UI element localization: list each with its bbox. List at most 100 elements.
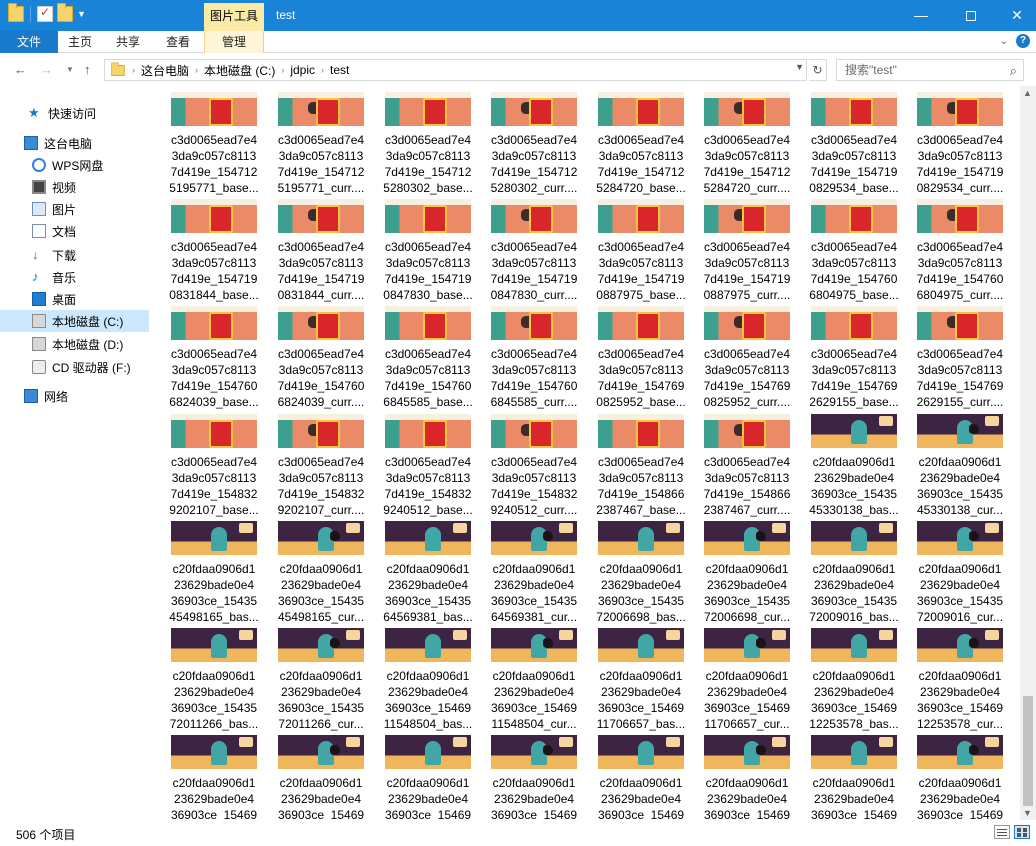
file-item[interactable]: c3d0065ead7e4 3da9c057c8113 7d419e_154760 6…: [896, 199, 1003, 305]
file-item[interactable]: c3d0065ead7e4 3da9c057c8113 7d419e_154832 9…: [150, 414, 259, 520]
file-item[interactable]: c20fdaa0906d1 23629bade0e4 36903ce_15469: [577, 735, 684, 820]
file-item[interactable]: c20fdaa0906d1 23629bade0e4 36903ce_15435 72…: [257, 628, 364, 734]
address-bar[interactable]: › 这台电脑 › 本地磁盘 (C:) › jdpic › test ▼: [104, 59, 807, 81]
chevron-right-icon[interactable]: ›: [321, 65, 324, 75]
file-item[interactable]: c3d0065ead7e4 3da9c057c8113 7d419e_154866 2…: [683, 414, 790, 520]
sidebar-item-local-disk-c[interactable]: 本地磁盘 (C:): [0, 310, 149, 332]
expand-ribbon-chevron-icon[interactable]: ⌄: [1000, 36, 1008, 47]
sidebar-item-network[interactable]: 网络: [0, 385, 149, 407]
maximize-button[interactable]: [948, 0, 994, 31]
file-item[interactable]: c3d0065ead7e4 3da9c057c8113 7d419e_154832 9…: [364, 414, 473, 520]
details-view-icon[interactable]: [994, 825, 1010, 839]
file-item[interactable]: c3d0065ead7e4 3da9c057c8113 7d419e_154712 5…: [470, 92, 577, 198]
file-item[interactable]: c3d0065ead7e4 3da9c057c8113 7d419e_154719 0…: [364, 199, 473, 305]
file-item[interactable]: c3d0065ead7e4 3da9c057c8113 7d419e_154712 5…: [683, 92, 790, 198]
file-item[interactable]: c3d0065ead7e4 3da9c057c8113 7d419e_154712 5…: [364, 92, 473, 198]
file-item[interactable]: c3d0065ead7e4 3da9c057c8113 7d419e_154719 0…: [470, 199, 577, 305]
help-icon[interactable]: ?: [1016, 34, 1030, 48]
tab-file[interactable]: 文件: [0, 31, 58, 53]
file-item[interactable]: c20fdaa0906d1 23629bade0e4 36903ce_15469 11…: [577, 628, 685, 734]
file-item[interactable]: c20fdaa0906d1 23629bade0e4 36903ce_15469: [683, 735, 790, 820]
file-item[interactable]: c20fdaa0906d1 23629bade0e4 36903ce_15469 11…: [470, 628, 577, 734]
file-item[interactable]: c20fdaa0906d1 23629bade0e4 36903ce_15469: [257, 735, 364, 820]
file-item[interactable]: c20fdaa0906d1 23629bade0e4 36903ce_15469 12…: [790, 628, 899, 734]
file-item[interactable]: c20fdaa0906d1 23629bade0e4 36903ce_15469 12…: [896, 628, 1003, 734]
sidebar-item-videos[interactable]: 视频: [0, 176, 149, 198]
file-item[interactable]: c3d0065ead7e4 3da9c057c8113 7d419e_154712 5…: [577, 92, 686, 198]
file-item[interactable]: c20fdaa0906d1 23629bade0e4 36903ce_15469 11…: [364, 628, 472, 734]
file-item[interactable]: c20fdaa0906d1 23629bade0e4 36903ce_15435 45…: [257, 521, 364, 627]
file-item[interactable]: c3d0065ead7e4 3da9c057c8113 7d419e_154719 0…: [150, 199, 259, 305]
file-item[interactable]: c20fdaa0906d1 23629bade0e4 36903ce_15435 72…: [790, 521, 899, 627]
tab-share[interactable]: 共享: [106, 31, 150, 53]
forward-arrow-icon[interactable]: →: [40, 62, 53, 77]
breadcrumb-local-disk-c[interactable]: 本地磁盘 (C:): [204, 62, 275, 79]
tab-home[interactable]: 主页: [58, 31, 102, 53]
file-item[interactable]: c3d0065ead7e4 3da9c057c8113 7d419e_154712 5…: [257, 92, 364, 198]
chevron-right-icon[interactable]: ›: [281, 65, 284, 75]
sidebar-item-wps-drive[interactable]: WPS网盘: [0, 154, 149, 176]
minimize-button[interactable]: —: [898, 0, 944, 31]
back-arrow-icon[interactable]: ←: [14, 62, 27, 77]
close-button[interactable]: ✕: [994, 0, 1036, 31]
file-item[interactable]: c3d0065ead7e4 3da9c057c8113 7d419e_154769 2…: [896, 306, 1003, 412]
file-item[interactable]: c20fdaa0906d1 23629bade0e4 36903ce_15435 64…: [470, 521, 577, 627]
breadcrumb-jdpic[interactable]: jdpic: [290, 63, 315, 77]
file-item[interactable]: c3d0065ead7e4 3da9c057c8113 7d419e_154769 0…: [683, 306, 790, 412]
file-item[interactable]: c3d0065ead7e4 3da9c057c8113 7d419e_154719 0…: [896, 92, 1003, 198]
file-item[interactable]: c3d0065ead7e4 3da9c057c8113 7d419e_154760 6…: [470, 306, 577, 412]
file-item[interactable]: c3d0065ead7e4 3da9c057c8113 7d419e_154719 0…: [577, 199, 686, 305]
file-item[interactable]: c20fdaa0906d1 23629bade0e4 36903ce_15435 72…: [896, 521, 1003, 627]
vertical-scrollbar[interactable]: ▲ ▼: [1020, 86, 1036, 820]
file-item[interactable]: c3d0065ead7e4 3da9c057c8113 7d419e_154832 9…: [470, 414, 577, 520]
sidebar-item-cd-drive-f[interactable]: CD 驱动器 (F:): [0, 356, 149, 378]
new-folder-icon[interactable]: [57, 3, 73, 22]
file-item[interactable]: c3d0065ead7e4 3da9c057c8113 7d419e_154866 2…: [577, 414, 686, 520]
sidebar-item-documents[interactable]: 文档: [0, 220, 149, 242]
search-icon[interactable]: ⌕: [1010, 61, 1017, 81]
sidebar-item-downloads[interactable]: ↓ 下载: [0, 244, 149, 266]
file-item[interactable]: c20fdaa0906d1 23629bade0e4 36903ce_15435 45…: [150, 521, 259, 627]
tab-view[interactable]: 查看: [156, 31, 200, 53]
file-item[interactable]: c3d0065ead7e4 3da9c057c8113 7d419e_154760 6…: [150, 306, 259, 412]
sidebar-item-this-pc[interactable]: 这台电脑: [0, 132, 149, 154]
file-item[interactable]: c20fdaa0906d1 23629bade0e4 36903ce_15435 72…: [683, 521, 790, 627]
chevron-right-icon[interactable]: ›: [132, 65, 135, 75]
sidebar-item-pictures[interactable]: 图片: [0, 198, 149, 220]
recent-locations-chevron-icon[interactable]: ▼: [66, 65, 74, 74]
file-item[interactable]: c3d0065ead7e4 3da9c057c8113 7d419e_154719 0…: [257, 199, 364, 305]
sidebar-item-music[interactable]: ♪ 音乐: [0, 266, 149, 288]
file-item[interactable]: c20fdaa0906d1 23629bade0e4 36903ce_15435 72…: [150, 628, 258, 734]
sidebar-item-local-disk-d[interactable]: 本地磁盘 (D:): [0, 333, 149, 355]
address-dropdown-chevron-icon[interactable]: ▼: [795, 62, 804, 72]
tab-manage[interactable]: 管理: [204, 31, 264, 53]
file-item[interactable]: c3d0065ead7e4 3da9c057c8113 7d419e_154712 5…: [150, 92, 259, 198]
chevron-right-icon[interactable]: ›: [195, 65, 198, 75]
file-item[interactable]: c20fdaa0906d1 23629bade0e4 36903ce_15435 72…: [577, 521, 686, 627]
file-item[interactable]: c20fdaa0906d1 23629bade0e4 36903ce_15435 45…: [896, 414, 1003, 520]
file-item[interactable]: c3d0065ead7e4 3da9c057c8113 7d419e_154719 0…: [683, 199, 790, 305]
scroll-down-arrow-icon[interactable]: ▼: [1023, 808, 1032, 818]
file-item[interactable]: c20fdaa0906d1 23629bade0e4 36903ce_15469: [896, 735, 1003, 820]
file-item[interactable]: c3d0065ead7e4 3da9c057c8113 7d419e_154760 6…: [257, 306, 364, 412]
large-icons-view-icon[interactable]: [1014, 825, 1030, 839]
file-item[interactable]: c20fdaa0906d1 23629bade0e4 36903ce_15469: [790, 735, 897, 820]
breadcrumb-test[interactable]: test: [330, 63, 349, 77]
file-item[interactable]: c3d0065ead7e4 3da9c057c8113 7d419e_154760 6…: [364, 306, 473, 412]
file-item[interactable]: c20fdaa0906d1 23629bade0e4 36903ce_15469: [364, 735, 471, 820]
properties-icon[interactable]: [37, 5, 53, 22]
file-item[interactable]: c20fdaa0906d1 23629bade0e4 36903ce_15469 11…: [683, 628, 790, 734]
sidebar-item-desktop[interactable]: 桌面: [0, 288, 149, 310]
customize-toolbar-chevron-icon[interactable]: ▼: [77, 9, 86, 19]
file-item[interactable]: c20fdaa0906d1 23629bade0e4 36903ce_15469: [470, 735, 577, 820]
breadcrumb-this-pc[interactable]: 这台电脑: [141, 62, 189, 79]
scroll-up-arrow-icon[interactable]: ▲: [1023, 88, 1032, 98]
file-item[interactable]: c20fdaa0906d1 23629bade0e4 36903ce_15469: [150, 735, 257, 820]
file-item[interactable]: c20fdaa0906d1 23629bade0e4 36903ce_15435 45…: [790, 414, 899, 520]
file-item[interactable]: c20fdaa0906d1 23629bade0e4 36903ce_15435 64…: [364, 521, 473, 627]
file-item[interactable]: c3d0065ead7e4 3da9c057c8113 7d419e_154769 0…: [577, 306, 686, 412]
file-item[interactable]: c3d0065ead7e4 3da9c057c8113 7d419e_154832 9…: [257, 414, 364, 520]
refresh-button[interactable]: ↻: [809, 59, 827, 81]
scrollbar-thumb[interactable]: [1023, 696, 1033, 806]
file-item[interactable]: c3d0065ead7e4 3da9c057c8113 7d419e_154719 0…: [790, 92, 899, 198]
